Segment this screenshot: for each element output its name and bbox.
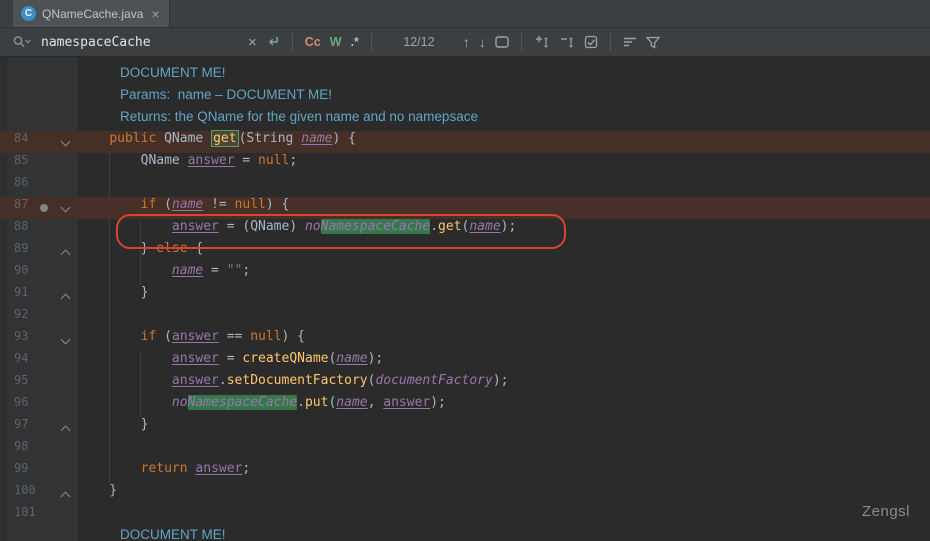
search-input[interactable]	[41, 35, 239, 50]
filter-search-icon[interactable]	[646, 36, 660, 49]
doc-comment-line: Params: name – DOCUMENT ME!	[78, 87, 930, 109]
gutter	[0, 109, 78, 131]
code-line[interactable]: }	[78, 417, 930, 439]
match-case-toggle[interactable]: Cc	[305, 35, 321, 49]
fold-end-icon[interactable]	[61, 492, 71, 502]
code-line[interactable]: }	[78, 285, 930, 307]
open-in-find-window-icon[interactable]	[495, 36, 509, 48]
watermark: Zengsl	[862, 503, 910, 520]
gutter: 97	[0, 417, 78, 439]
line-number: 88	[14, 219, 28, 233]
search-icon[interactable]	[12, 34, 31, 50]
gutter: 94	[0, 351, 78, 373]
fold-end-icon[interactable]	[61, 294, 71, 304]
line-number: 94	[14, 351, 28, 365]
line-number: 85	[14, 153, 28, 167]
code-line[interactable]: answer = createQName(name);	[78, 351, 930, 373]
add-occurrence-icon[interactable]	[534, 35, 550, 49]
separator	[292, 33, 293, 51]
line-number: 96	[14, 395, 28, 409]
fold-expanded-icon[interactable]	[61, 203, 71, 213]
code-line[interactable]	[78, 505, 930, 527]
line-number: 100	[14, 483, 36, 497]
gutter: 100	[0, 483, 78, 505]
gutter: 98	[0, 439, 78, 461]
editor-tab-bar: C QNameCache.java ×	[0, 0, 930, 28]
java-class-icon: C	[21, 6, 36, 21]
gutter: 89	[0, 241, 78, 263]
fold-expanded-icon[interactable]	[61, 335, 71, 345]
gutter: 101	[0, 505, 78, 527]
code-line[interactable]	[78, 307, 930, 329]
words-toggle[interactable]: W	[330, 35, 342, 49]
gutter: 92	[0, 307, 78, 329]
clear-search-icon[interactable]: ×	[248, 35, 257, 50]
line-number: 90	[14, 263, 28, 277]
code-line[interactable]: if (answer == null) {	[78, 329, 930, 351]
fold-end-icon[interactable]	[61, 426, 71, 436]
separator	[371, 33, 372, 51]
doc-comment-line: DOCUMENT ME!	[78, 527, 930, 541]
gutter: 86	[0, 175, 78, 197]
code-line[interactable]: noNamespaceCache.put(name, answer);	[78, 395, 930, 417]
code-line[interactable]	[78, 439, 930, 461]
line-number: 89	[14, 241, 28, 255]
gutter: 90	[0, 263, 78, 285]
annotation-highlight-box	[116, 214, 566, 249]
code-line[interactable]: return answer;	[78, 461, 930, 483]
separator	[610, 33, 611, 51]
gutter: 84	[0, 131, 78, 153]
gutter: 95	[0, 373, 78, 395]
gutter	[0, 527, 78, 541]
gutter: 96	[0, 395, 78, 417]
code-line[interactable]	[78, 175, 930, 197]
line-number: 95	[14, 373, 28, 387]
match-counter: 12/12	[384, 35, 454, 49]
close-tab-icon[interactable]: ×	[151, 7, 159, 21]
line-number: 101	[14, 505, 36, 519]
gutter: 88	[0, 219, 78, 241]
line-number: 91	[14, 285, 28, 299]
regex-toggle[interactable]: .*	[351, 35, 359, 49]
next-match-icon[interactable]: ↓	[479, 35, 486, 49]
line-number: 92	[14, 307, 28, 321]
code-rows: DOCUMENT ME!Params: name – DOCUMENT ME!R…	[0, 57, 930, 541]
separator	[521, 33, 522, 51]
line-number: 93	[14, 329, 28, 343]
gutter: 99	[0, 461, 78, 483]
gutter	[0, 87, 78, 109]
line-number: 84	[14, 131, 28, 145]
line-number: 87	[14, 197, 28, 211]
find-toolbar: × Cc W .* 12/12 ↑ ↓	[0, 28, 930, 57]
code-line[interactable]: answer.setDocumentFactory(documentFactor…	[78, 373, 930, 395]
fold-expanded-icon[interactable]	[61, 137, 71, 147]
remove-occurrence-icon[interactable]	[559, 35, 575, 49]
fold-end-icon[interactable]	[61, 250, 71, 260]
gutter: 93	[0, 329, 78, 351]
line-number: 99	[14, 461, 28, 475]
select-all-occurrences-icon[interactable]	[584, 35, 598, 49]
code-line[interactable]: }	[78, 483, 930, 505]
line-number: 98	[14, 439, 28, 453]
code-line[interactable]: QName answer = null;	[78, 153, 930, 175]
tab-qnamecache-java[interactable]: C QNameCache.java ×	[13, 0, 170, 27]
doc-comment-line: DOCUMENT ME!	[78, 65, 930, 87]
gutter: 85	[0, 153, 78, 175]
previous-match-icon[interactable]: ↑	[463, 35, 470, 49]
code-line[interactable]: name = "";	[78, 263, 930, 285]
view-options-icon[interactable]	[623, 36, 637, 48]
doc-comment-line: Returns: the QName for the given name an…	[78, 109, 930, 131]
code-line[interactable]: public QName get(String name) {	[78, 131, 930, 153]
ide-window: C QNameCache.java × × Cc W .* 12/12 ↑	[0, 0, 930, 541]
editor[interactable]: DOCUMENT ME!Params: name – DOCUMENT ME!R…	[0, 57, 930, 541]
gutter	[0, 65, 78, 87]
tab-label: QNameCache.java	[42, 7, 143, 21]
gutter: 91	[0, 285, 78, 307]
line-number: 86	[14, 175, 28, 189]
line-number: 97	[14, 417, 28, 431]
breakpoint-dot[interactable]	[40, 204, 48, 212]
newline-icon[interactable]	[266, 35, 280, 49]
gutter: 87	[0, 197, 78, 219]
